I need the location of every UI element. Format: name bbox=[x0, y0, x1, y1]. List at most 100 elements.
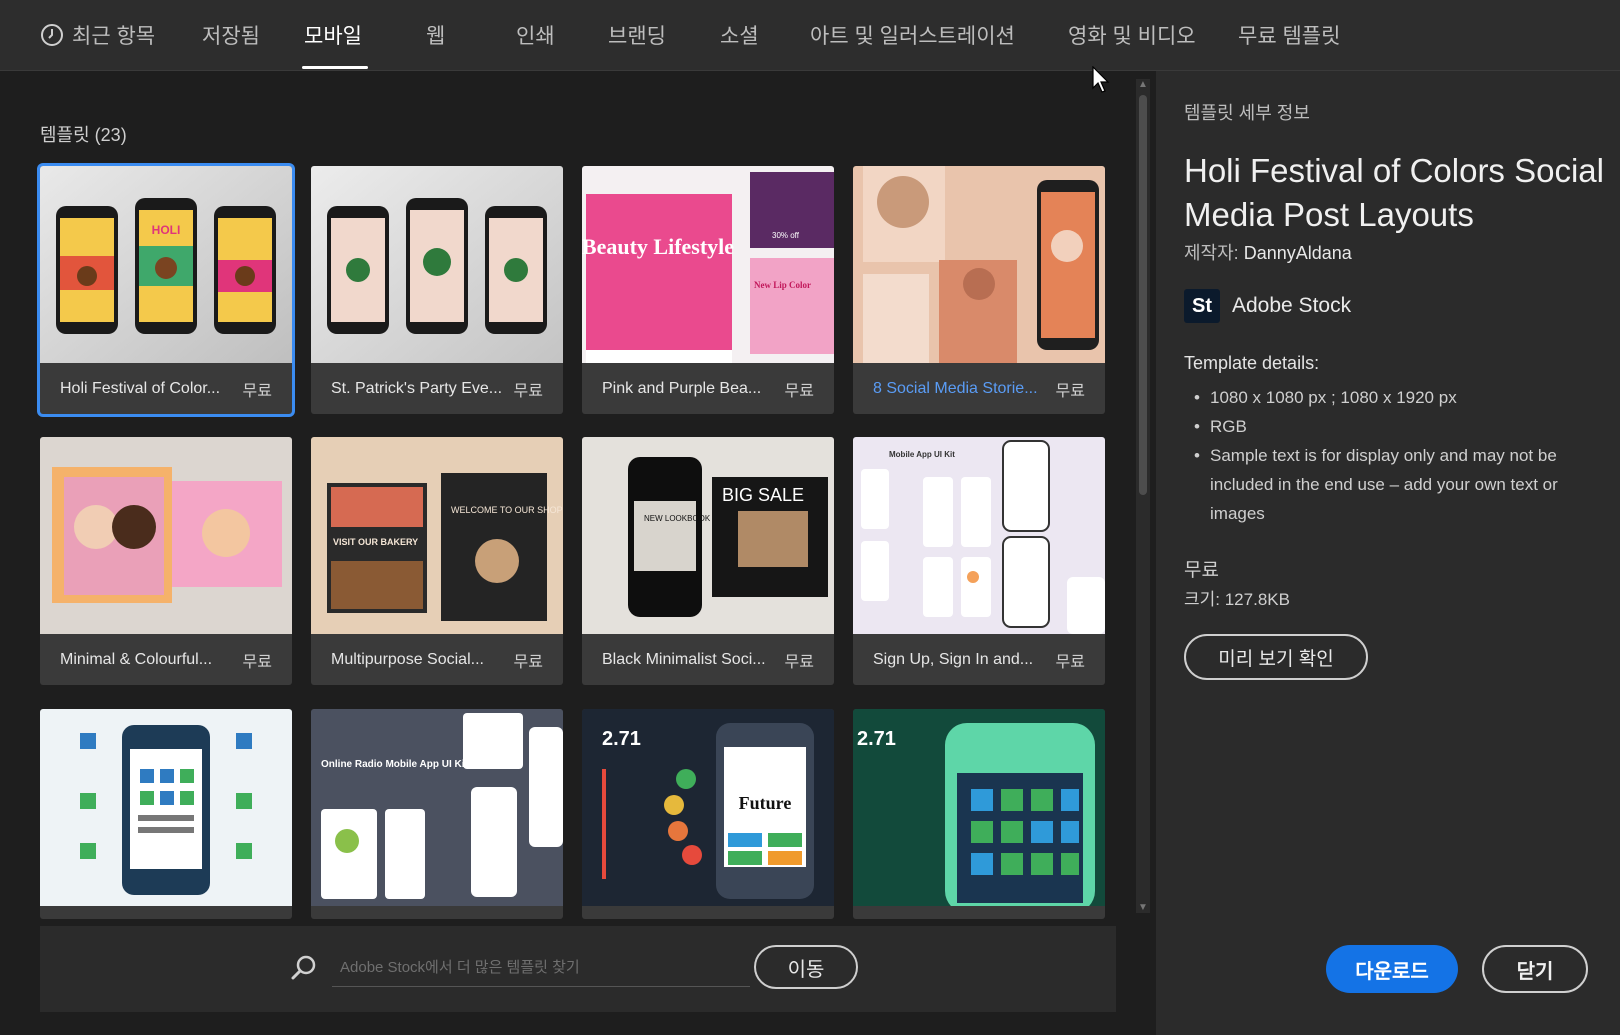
template-price: 무료 bbox=[1055, 653, 1085, 671]
bakery-right-text: WELCOME TO OUR SHOP bbox=[451, 505, 563, 515]
template-name: Multipurpose Social... bbox=[331, 650, 484, 668]
clock-icon bbox=[40, 23, 64, 47]
author-label: 제작자: bbox=[1184, 243, 1239, 263]
template-price: 무료 bbox=[1184, 560, 1219, 581]
tab-social[interactable]: 소셜 bbox=[720, 18, 759, 52]
template-card-footer: Pink and Purple Bea... 무료 bbox=[582, 363, 834, 414]
template-name: Black Minimalist Soci... bbox=[602, 650, 766, 668]
template-card-footer: 8 Social Media Storie... 무료 bbox=[853, 363, 1105, 414]
template-card[interactable]: Mobile App UI Kit Sign Up, Sign In and..… bbox=[853, 437, 1105, 685]
template-card[interactable]: VISIT OUR BAKERY WELCOME TO OUR SHOP Mul… bbox=[311, 437, 563, 685]
radio-title: Online Radio Mobile App UI Kit bbox=[321, 759, 469, 770]
author-name: DannyAldana bbox=[1243, 243, 1352, 263]
tab-mobile[interactable]: 모바일 bbox=[304, 18, 362, 52]
template-name[interactable]: 8 Social Media Storie... bbox=[873, 380, 1038, 398]
grid-scrollbar[interactable]: ▲ ▼ bbox=[1136, 79, 1150, 913]
tab-recent[interactable]: 최근 항목 bbox=[40, 18, 155, 52]
template-price: 무료 bbox=[242, 653, 272, 671]
template-thumbnail bbox=[853, 166, 1105, 363]
stock-search-bar: 이동 bbox=[40, 926, 1116, 1012]
go-button[interactable]: 이동 bbox=[754, 945, 858, 989]
template-thumbnail bbox=[40, 437, 292, 634]
panel-label: 템플릿 세부 정보 bbox=[1184, 103, 1310, 123]
template-price: 무료 bbox=[513, 653, 543, 671]
close-button[interactable]: 닫기 bbox=[1482, 945, 1588, 993]
template-price: 무료 bbox=[784, 653, 814, 671]
template-card-footer: Holi Festival of Color... 무료 bbox=[40, 363, 292, 414]
template-card-footer: Minimal & Colourful... 무료 bbox=[40, 634, 292, 685]
template-thumbnail: Online Radio Mobile App UI Kit bbox=[311, 709, 563, 906]
category-tab-bar: 최근 항목 저장됨 모바일 웹 인쇄 브랜딩 소셜 아트 및 일러스트레이션 영… bbox=[0, 0, 1620, 71]
big-sale-text: BIG SALE bbox=[722, 485, 804, 505]
template-thumbnail: NEW LOOKBOOK BIG SALE bbox=[582, 437, 834, 634]
tab-art-illustration[interactable]: 아트 및 일러스트레이션 bbox=[810, 18, 1015, 52]
template-card-footer: Black Minimalist Soci... 무료 bbox=[582, 634, 834, 685]
adobe-stock-logo-icon: St bbox=[1184, 289, 1220, 323]
template-thumbnail bbox=[311, 166, 563, 363]
template-name: St. Patrick's Party Eve... bbox=[331, 379, 501, 397]
template-name: Holi Festival of Color... bbox=[60, 379, 221, 397]
future-text: Future bbox=[739, 793, 792, 813]
template-browser: 템플릿 (23) HOLI Holi Festival of Color... … bbox=[0, 71, 1156, 1035]
template-price: 무료 bbox=[242, 382, 272, 400]
active-tab-indicator bbox=[302, 66, 368, 69]
search-icon bbox=[290, 954, 318, 987]
template-thumbnail: Mobile App UI Kit bbox=[853, 437, 1105, 634]
details-item: 1080 x 1080 px ; 1080 x 1920 px bbox=[1194, 383, 1594, 412]
template-card[interactable]: 8 Social Media Storie... 무료 bbox=[853, 166, 1105, 414]
template-card[interactable]: HOLI Holi Festival of Color... 무료 bbox=[40, 166, 292, 414]
tab-branding[interactable]: 브랜딩 bbox=[608, 18, 666, 52]
template-thumbnail: 2.71 bbox=[853, 709, 1105, 906]
section-title: 템플릿 (23) bbox=[40, 125, 127, 145]
stock-search-input[interactable] bbox=[332, 948, 750, 987]
download-button[interactable]: 다운로드 bbox=[1326, 945, 1458, 993]
template-card-footer: St. Patrick's Party Eve... 무료 bbox=[311, 363, 563, 414]
stat-number: 2.71 bbox=[857, 728, 896, 750]
lookbook-text: NEW LOOKBOOK bbox=[644, 514, 711, 523]
template-card[interactable] bbox=[40, 709, 292, 919]
template-name: Pink and Purple Bea... bbox=[602, 379, 762, 397]
tab-print[interactable]: 인쇄 bbox=[516, 18, 555, 52]
preview-button[interactable]: 미리 보기 확인 bbox=[1184, 634, 1368, 680]
bakery-left-text: VISIT OUR BAKERY bbox=[333, 537, 418, 547]
template-card[interactable]: NEW LOOKBOOK BIG SALE Black Minimalist S… bbox=[582, 437, 834, 685]
template-card-footer: Sign Up, Sign In and... 무료 bbox=[853, 634, 1105, 685]
beauty-discount: 30% off bbox=[772, 231, 800, 240]
details-item: RGB bbox=[1194, 412, 1594, 441]
scrollbar-thumb[interactable] bbox=[1139, 95, 1147, 495]
template-thumbnail bbox=[40, 709, 292, 906]
author-line: 제작자: DannyAldana bbox=[1184, 239, 1352, 265]
details-item: Sample text is for display only and may … bbox=[1194, 441, 1594, 528]
template-card[interactable]: St. Patrick's Party Eve... 무료 bbox=[311, 166, 563, 414]
mouse-cursor-icon bbox=[1092, 65, 1112, 99]
tab-free-templates[interactable]: 무료 템플릿 bbox=[1238, 18, 1340, 52]
template-card-footer: Multipurpose Social... 무료 bbox=[311, 634, 563, 685]
tab-saved[interactable]: 저장됨 bbox=[202, 18, 260, 52]
template-thumbnail: Beauty Lifestyle 30% off New Lip Color bbox=[582, 166, 834, 363]
beauty-side-text: New Lip Color bbox=[754, 280, 811, 290]
template-name: Sign Up, Sign In and... bbox=[873, 650, 1034, 668]
template-card[interactable]: Online Radio Mobile App UI Kit bbox=[311, 709, 563, 919]
template-card[interactable]: Beauty Lifestyle 30% off New Lip Color P… bbox=[582, 166, 834, 414]
template-title: Holi Festival of Colors Social Media Pos… bbox=[1184, 152, 1604, 233]
beauty-title: Beauty Lifestyle bbox=[582, 234, 734, 259]
template-price: 무료 bbox=[513, 382, 543, 400]
template-card[interactable]: Minimal & Colourful... 무료 bbox=[40, 437, 292, 685]
template-price: 무료 bbox=[784, 382, 814, 400]
tab-label: 최근 항목 bbox=[72, 25, 156, 48]
template-card[interactable]: 2.71 bbox=[853, 709, 1105, 919]
stat-number: 2.71 bbox=[602, 728, 641, 750]
source-name: Adobe Stock bbox=[1232, 294, 1352, 317]
template-thumbnail: 2.71 Future bbox=[582, 709, 834, 906]
tab-film-video[interactable]: 영화 및 비디오 bbox=[1068, 18, 1196, 52]
tab-web[interactable]: 웹 bbox=[426, 18, 445, 52]
scroll-down-icon[interactable]: ▼ bbox=[1136, 902, 1150, 913]
details-list: 1080 x 1080 px ; 1080 x 1920 px RGB Samp… bbox=[1194, 383, 1594, 528]
template-card[interactable]: 2.71 Future bbox=[582, 709, 834, 919]
scroll-up-icon[interactable]: ▲ bbox=[1136, 79, 1150, 90]
template-thumbnail: VISIT OUR BAKERY WELCOME TO OUR SHOP bbox=[311, 437, 563, 634]
template-name: Minimal & Colourful... bbox=[60, 650, 213, 668]
details-heading: Template details: bbox=[1184, 353, 1320, 373]
template-price: 무료 bbox=[1055, 382, 1085, 400]
template-details-panel: 템플릿 세부 정보 Holi Festival of Colors Social… bbox=[1156, 71, 1620, 1035]
